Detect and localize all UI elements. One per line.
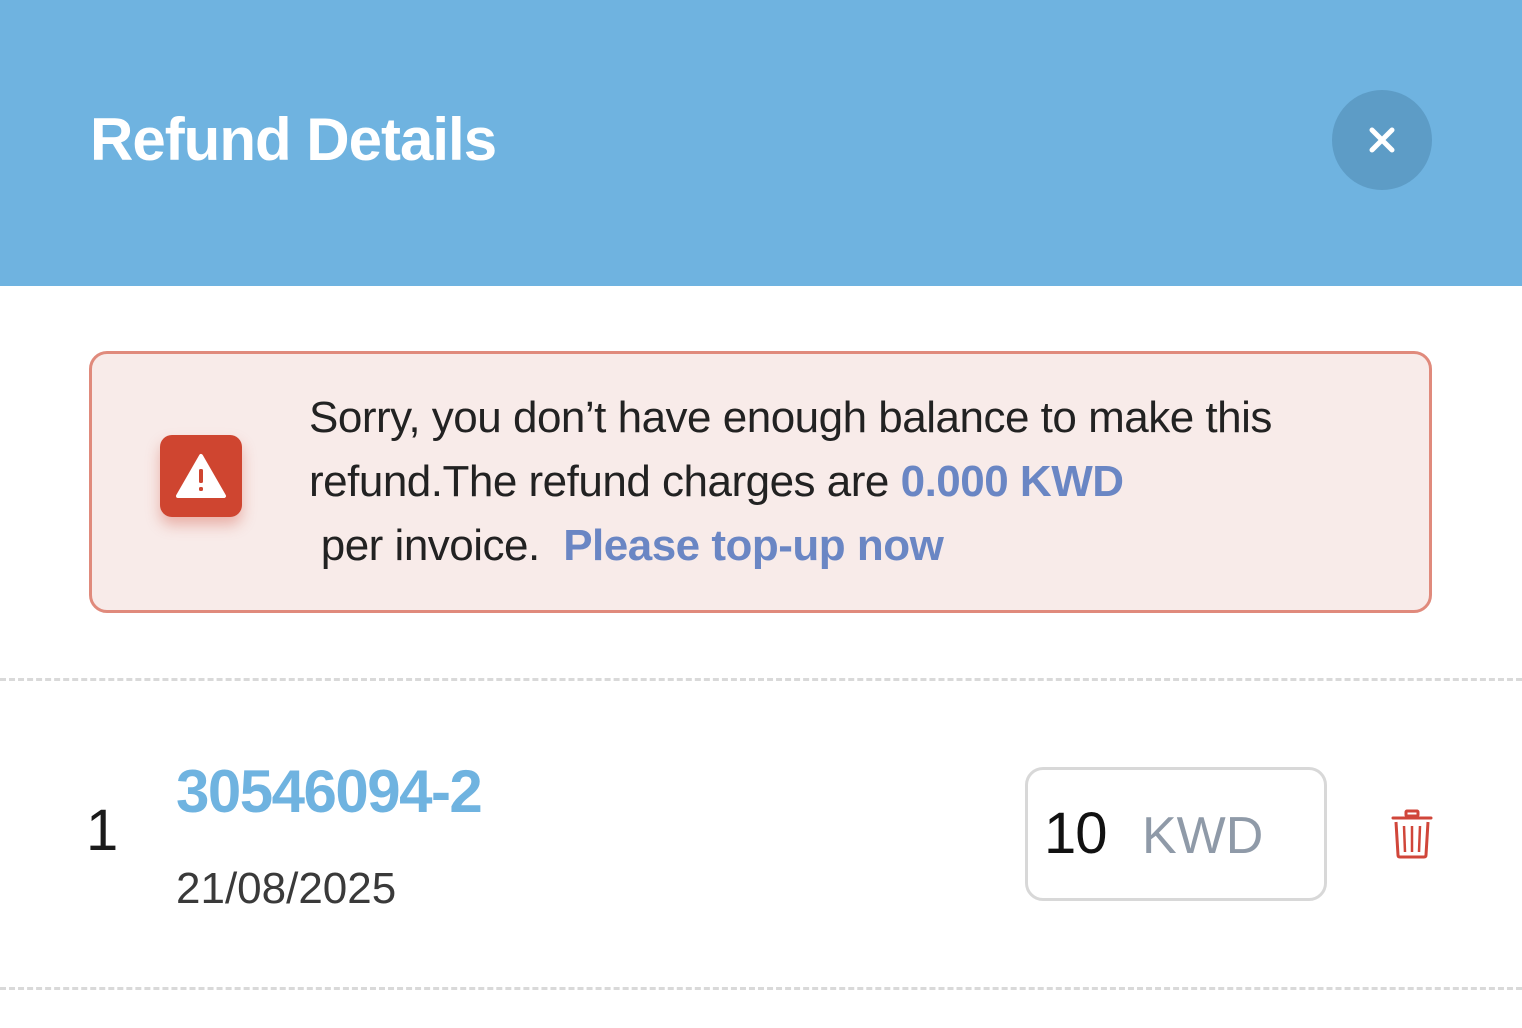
close-icon (1369, 127, 1395, 153)
trash-icon (1391, 809, 1433, 859)
invoice-date: 21/08/2025 (176, 864, 397, 913)
row-index: 1 (86, 798, 119, 863)
divider (0, 987, 1522, 990)
currency-label: KWD (1142, 807, 1264, 865)
refund-details-modal: Refund Details Sorry, you don’t have eno… (0, 0, 1522, 1028)
delete-item-button[interactable] (1390, 809, 1434, 859)
refund-amount-field[interactable]: KWD (1025, 767, 1327, 901)
refund-amount-input[interactable] (1044, 802, 1124, 866)
modal-header: Refund Details (0, 0, 1522, 286)
invoice-link[interactable]: 30546094-2 (176, 757, 483, 827)
top-up-link[interactable]: Please top-up now (563, 521, 944, 570)
alert-text-after: per invoice. (309, 521, 564, 570)
insufficient-balance-alert: Sorry, you don’t have enough balance to … (89, 351, 1432, 613)
alert-text-before: Sorry, you don’t have enough balance to … (309, 393, 1272, 506)
modal-title: Refund Details (90, 106, 497, 173)
warning-icon (160, 435, 242, 517)
refund-charge-amount: 0.000 KWD (900, 457, 1124, 506)
close-button[interactable] (1332, 90, 1432, 190)
alert-message: Sorry, you don’t have enough balance to … (309, 386, 1389, 578)
refund-item-row: 1 30546094-2 21/08/2025 KWD (0, 681, 1522, 987)
